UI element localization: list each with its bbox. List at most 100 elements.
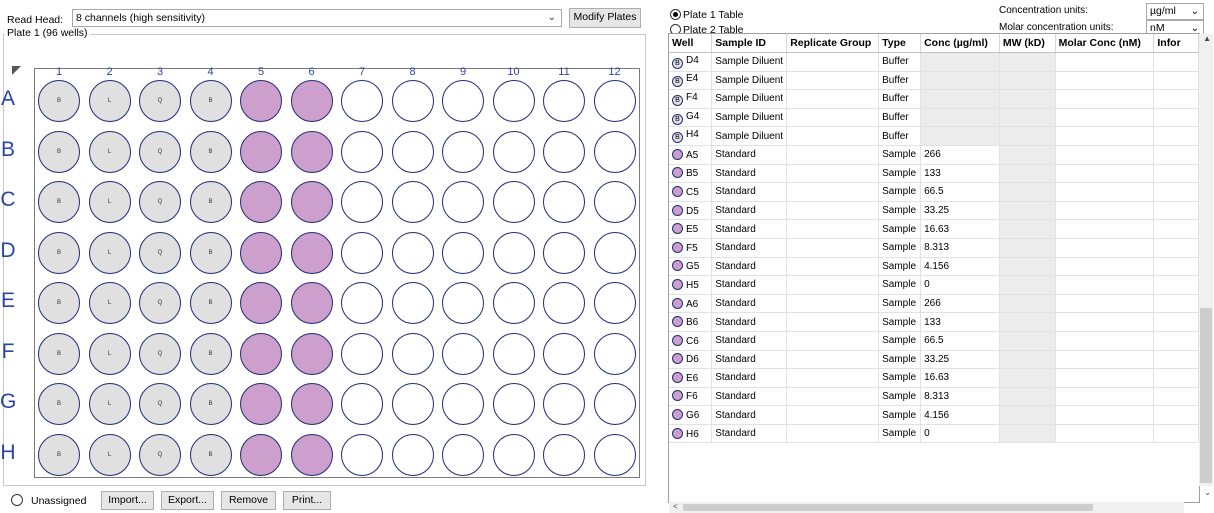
sample-id-cell[interactable]: Sample Diluent [711,108,788,128]
sample-id-cell[interactable]: Standard [711,219,788,239]
replicate-group-cell[interactable] [786,294,880,314]
column-header[interactable]: 5 [251,66,271,78]
type-cell[interactable]: Buffer [878,108,922,128]
replicate-group-cell[interactable] [786,126,880,146]
info-cell[interactable] [1153,257,1199,277]
table-row[interactable]: A5 Standard Sample 266 [669,145,1199,165]
sample-id-cell[interactable]: Standard [711,331,788,351]
well[interactable] [593,231,636,274]
mw-cell[interactable] [999,294,1056,314]
table-row[interactable]: B G4 Sample Diluent Buffer [669,108,1199,128]
replicate-group-cell[interactable] [786,71,880,91]
table-row[interactable]: E5 Standard Sample 16.63 [669,219,1199,239]
sample-id-cell[interactable]: Sample Diluent [711,71,788,91]
well[interactable]: B [189,80,232,122]
conc-cell[interactable]: 266 [920,294,1000,314]
replicate-group-cell[interactable] [786,89,880,109]
molar-conc-cell[interactable] [1055,424,1155,444]
replicate-group-cell[interactable] [786,387,880,407]
well[interactable] [492,231,535,274]
conc-cell[interactable]: 8.313 [920,238,1000,258]
well[interactable] [593,130,636,173]
info-cell[interactable] [1153,108,1199,128]
well[interactable] [593,332,636,375]
import-button[interactable]: Import... [101,491,154,510]
well[interactable] [442,181,484,223]
well-cell[interactable]: F6 [669,387,713,407]
type-cell[interactable]: Sample [878,387,922,407]
mw-cell[interactable] [999,182,1056,202]
well[interactable] [492,383,535,425]
sample-id-cell[interactable]: Standard [711,257,788,277]
type-cell[interactable]: Sample [878,219,922,239]
well[interactable] [543,130,585,173]
info-cell[interactable] [1153,350,1199,370]
info-cell[interactable] [1153,89,1199,109]
well[interactable]: B [189,231,232,274]
replicate-group-cell[interactable] [786,424,880,444]
type-cell[interactable]: Sample [878,405,922,425]
well[interactable] [240,80,282,122]
column-header[interactable]: Infor [1153,34,1199,53]
replicate-group-cell[interactable] [786,182,880,202]
well[interactable]: B [38,231,80,274]
well[interactable] [492,80,535,122]
well[interactable] [593,383,636,425]
molar-conc-cell[interactable] [1055,145,1155,165]
well[interactable]: Q [139,231,181,274]
well[interactable] [442,332,484,375]
type-cell[interactable]: Buffer [878,71,922,91]
well[interactable] [442,80,484,122]
well-cell[interactable]: D6 [669,350,713,370]
conc-cell[interactable] [920,89,1000,109]
well[interactable] [593,433,636,476]
column-header[interactable]: 4 [201,66,221,78]
replicate-group-cell[interactable] [786,145,880,165]
type-cell[interactable]: Sample [878,350,922,370]
molar-conc-cell[interactable] [1055,164,1155,184]
sample-id-cell[interactable]: Standard [711,368,788,388]
column-header[interactable]: 11 [554,66,574,78]
replicate-group-cell[interactable] [786,108,880,128]
table-row[interactable]: B5 Standard Sample 133 [669,164,1199,184]
row-header[interactable]: E [0,289,16,313]
table-row[interactable]: B E4 Sample Diluent Buffer [669,71,1199,91]
well[interactable]: B [38,130,80,173]
well[interactable]: L [88,80,131,122]
sample-id-cell[interactable]: Sample Diluent [711,52,788,72]
conc-cell[interactable]: 4.156 [920,405,1000,425]
table-row[interactable]: F5 Standard Sample 8.313 [669,238,1199,258]
molar-conc-cell[interactable] [1055,331,1155,351]
modify-plates-button[interactable]: Modify Plates [569,8,641,28]
mw-cell[interactable] [999,312,1056,332]
well[interactable] [543,433,585,476]
well[interactable] [593,181,636,223]
info-cell[interactable] [1153,52,1199,72]
mw-cell[interactable] [999,350,1056,370]
well[interactable]: B [38,332,80,375]
row-header[interactable]: B [0,138,16,162]
conc-cell[interactable]: 0 [920,275,1000,295]
replicate-group-cell[interactable] [786,201,880,221]
well[interactable] [543,383,585,425]
read-head-dropdown[interactable]: 8 channels (high sensitivity) ⌄ [72,9,562,27]
table-row[interactable]: G5 Standard Sample 4.156 [669,257,1199,277]
info-cell[interactable] [1153,424,1199,444]
mw-cell[interactable] [999,219,1056,239]
column-header[interactable]: Well [669,34,713,53]
replicate-group-cell[interactable] [786,275,880,295]
sample-id-cell[interactable]: Standard [711,312,788,332]
well[interactable] [492,181,535,223]
well[interactable] [290,231,333,274]
table-row[interactable]: E6 Standard Sample 16.63 [669,368,1199,388]
well-cell[interactable]: H6 [669,424,713,444]
well[interactable] [391,80,434,122]
molar-conc-cell[interactable] [1055,238,1155,258]
column-header[interactable]: 12 [605,66,625,78]
column-header[interactable]: 9 [453,66,473,78]
well-cell[interactable]: C6 [669,331,713,351]
well[interactable] [442,130,484,173]
well-cell[interactable]: H5 [669,275,713,295]
row-header[interactable]: H [0,441,16,465]
well[interactable]: Q [139,433,181,476]
